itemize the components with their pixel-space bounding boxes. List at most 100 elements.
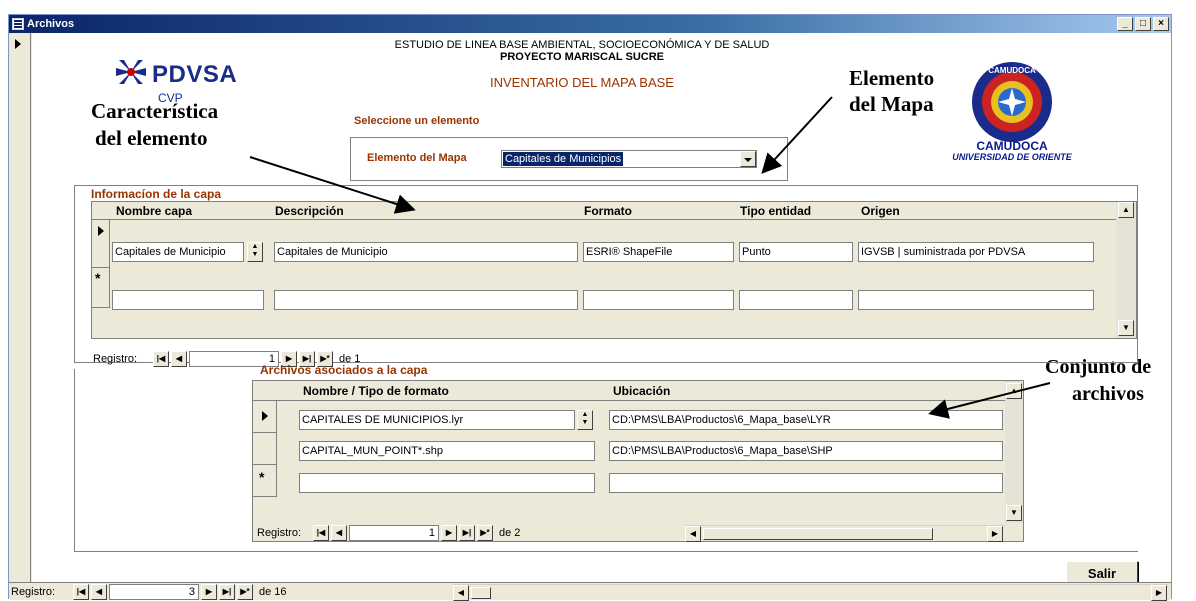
layer-new-tipo-field[interactable] <box>739 290 853 310</box>
layer-datasheet: Nombre capa Descripción Formato Tipo ent… <box>91 201 1137 339</box>
pdvsa-wordmark: PDVSA <box>152 61 238 88</box>
main-nav-of: de 16 <box>259 586 287 598</box>
files-record-nav: Registro: |◀ ◀ 1 ▶ ▶| ▶* de 2 <box>257 525 577 541</box>
record-selector-column[interactable] <box>9 33 31 582</box>
annotation-caracteristica-1: Característica <box>91 99 219 123</box>
layer-new-formato-field[interactable] <box>583 290 734 310</box>
files-nav-next-button[interactable]: ▶ <box>441 525 457 541</box>
dropdown-arrow-icon[interactable] <box>740 151 756 167</box>
camudoca-name: CAMUDOCA <box>976 139 1048 153</box>
outer-frame-left <box>74 369 75 551</box>
col-nombre-capa: Nombre capa <box>116 204 193 218</box>
layer-section-title: Informacíon de la capa <box>91 187 222 201</box>
files-nav-first-button[interactable]: |◀ <box>313 525 329 541</box>
file-row-2-nombre[interactable]: CAPITAL_MUN_POINT*.shp <box>299 441 595 461</box>
maximize-button[interactable]: □ <box>1135 17 1151 31</box>
main-nav-prev-button[interactable]: ◀ <box>91 584 107 600</box>
close-button[interactable]: × <box>1153 17 1169 31</box>
camudoca-university: UNIVERSIDAD DE ORIENTE <box>952 152 1072 162</box>
main-nav-label: Registro: <box>11 586 56 598</box>
col-ubicacion: Ubicación <box>613 384 671 398</box>
files-hscroll[interactable]: ◀ ▶ <box>685 525 1005 542</box>
layer-vscroll[interactable]: ▲ ▼ <box>1116 202 1136 338</box>
main-nav-last-button[interactable]: ▶| <box>219 584 235 600</box>
files-scroll-down-icon[interactable]: ▼ <box>1006 505 1022 521</box>
camudoca-seal: CAMUDOCA <box>968 61 1056 143</box>
file-new-nombre[interactable] <box>299 473 595 493</box>
main-nav-first-button[interactable]: |◀ <box>73 584 89 600</box>
layer-origen-field[interactable]: IGVSB | suministrada por PDVSA <box>858 242 1094 262</box>
element-dropdown[interactable]: Capitales de Municipios <box>501 150 757 168</box>
title-bar[interactable]: Archivos _ □ × <box>9 15 1171 33</box>
annotation-caracteristica-2: del elemento <box>95 126 208 150</box>
file-row-1-spin[interactable]: ▲ ▼ <box>577 410 593 430</box>
layer-new-nombre-field[interactable] <box>112 290 264 310</box>
scroll-up-icon[interactable]: ▲ <box>1118 202 1134 218</box>
current-record-icon <box>15 39 21 49</box>
files-scroll-up-icon[interactable]: ▲ <box>1006 383 1022 399</box>
layer-new-descripcion-field[interactable] <box>274 290 578 310</box>
nav-prev-button[interactable]: ◀ <box>171 351 187 367</box>
annotation-elemento-1: Elemento <box>849 66 935 90</box>
layer-nombre-field[interactable]: Capitales de Municipio <box>112 242 244 262</box>
files-nav-new-button[interactable]: ▶* <box>477 525 493 541</box>
main-record-nav: Registro: |◀ ◀ 3 ▶ ▶| ▶* de 16 <box>11 584 341 600</box>
col-descripcion: Descripción <box>275 204 344 218</box>
col-nombre-tipo: Nombre / Tipo de formato <box>303 384 449 398</box>
layer-tipo-field[interactable]: Punto <box>739 242 853 262</box>
files-nav-prev-button[interactable]: ◀ <box>331 525 347 541</box>
files-section-title: Archivos asociados a la capa <box>260 363 428 377</box>
pdvsa-logo: PDVSA CVP <box>114 57 274 105</box>
camudoca-seal-icon: CAMUDOCA <box>972 62 1052 142</box>
col-formato: Formato <box>584 204 632 218</box>
file-row-1-selector[interactable] <box>253 401 277 433</box>
layer-nav-label: Registro: <box>93 353 138 365</box>
files-vscroll[interactable]: ▲ ▼ <box>1005 381 1023 523</box>
file-row-1-nombre[interactable]: CAPITALES DE MUNICIPIOS.lyr <box>299 410 575 430</box>
file-new-ubicacion[interactable] <box>609 473 1003 493</box>
study-title: ESTUDIO DE LINEA BASE AMBIENTAL, SOCIOEC… <box>394 39 770 51</box>
outer-frame-bottom <box>74 551 1138 552</box>
layer-formato-field[interactable]: ESRI® ShapeFile <box>583 242 734 262</box>
nav-first-button[interactable]: |◀ <box>153 351 169 367</box>
col-tipo-entidad: Tipo entidad <box>740 204 812 218</box>
pdvsa-sun-icon <box>116 60 146 84</box>
files-datasheet: Nombre / Tipo de formato Ubicación CAPIT… <box>252 380 1024 542</box>
element-selector-frame: Elemento del Mapa Capitales de Municipio… <box>350 137 788 181</box>
main-nav-next-button[interactable]: ▶ <box>201 584 217 600</box>
files-nav-last-button[interactable]: ▶| <box>459 525 475 541</box>
select-prompt: Seleccione un elemento <box>354 115 480 127</box>
inventory-title: INVENTARIO DEL MAPA BASE <box>490 75 674 90</box>
layer-header-row: Nombre capa Descripción Formato Tipo ent… <box>92 202 1116 220</box>
files-nav-of: de 2 <box>499 527 521 539</box>
file-row-2-selector[interactable] <box>253 433 277 465</box>
app-window: Archivos _ □ × PDVSA CVP ESTUDIO DE LINE… <box>8 14 1172 601</box>
files-nav-current[interactable]: 1 <box>349 525 439 541</box>
layer-new-origen-field[interactable] <box>858 290 1094 310</box>
files-header-row: Nombre / Tipo de formato Ubicación <box>253 381 1005 401</box>
main-nav-new-button[interactable]: ▶* <box>237 584 253 600</box>
seal-top-text: CAMUDOCA <box>988 66 1036 75</box>
files-nav-label: Registro: <box>257 527 302 539</box>
form-body: PDVSA CVP ESTUDIO DE LINEA BASE AMBIENTA… <box>32 33 1171 589</box>
layer-new-row-selector[interactable]: * <box>92 268 110 308</box>
project-title: PROYECTO MARISCAL SUCRE <box>499 51 664 63</box>
element-dropdown-value: Capitales de Municipios <box>503 152 624 166</box>
scroll-down-icon[interactable]: ▼ <box>1118 320 1134 336</box>
file-new-row-selector[interactable]: * <box>253 465 277 497</box>
layer-row-selector[interactable] <box>92 220 110 268</box>
window-title: Archivos <box>27 18 75 30</box>
files-hscroll-thumb[interactable] <box>703 528 933 540</box>
minimize-button[interactable]: _ <box>1117 17 1133 31</box>
files-scroll-right-icon[interactable]: ▶ <box>987 526 1003 542</box>
main-nav-current[interactable]: 3 <box>109 584 199 600</box>
main-record-bar: Registro: |◀ ◀ 3 ▶ ▶| ▶* de 16 ◀ ▶ <box>9 582 1171 601</box>
main-hscroll[interactable]: ◀ ▶ <box>453 584 1169 601</box>
file-row-2-ubicacion[interactable]: CD:\PMS\LBA\Productos\6_Mapa_base\SHP <box>609 441 1003 461</box>
main-hscroll-thumb[interactable] <box>471 587 491 599</box>
file-row-1-ubicacion[interactable]: CD:\PMS\LBA\Productos\6_Mapa_base\LYR <box>609 410 1003 430</box>
layer-nombre-spin[interactable]: ▲ ▼ <box>247 242 263 262</box>
files-scroll-left-icon[interactable]: ◀ <box>685 526 701 542</box>
annotation-conjunto-2: archivos <box>1072 383 1144 405</box>
layer-descripcion-field[interactable]: Capitales de Municipio <box>274 242 578 262</box>
